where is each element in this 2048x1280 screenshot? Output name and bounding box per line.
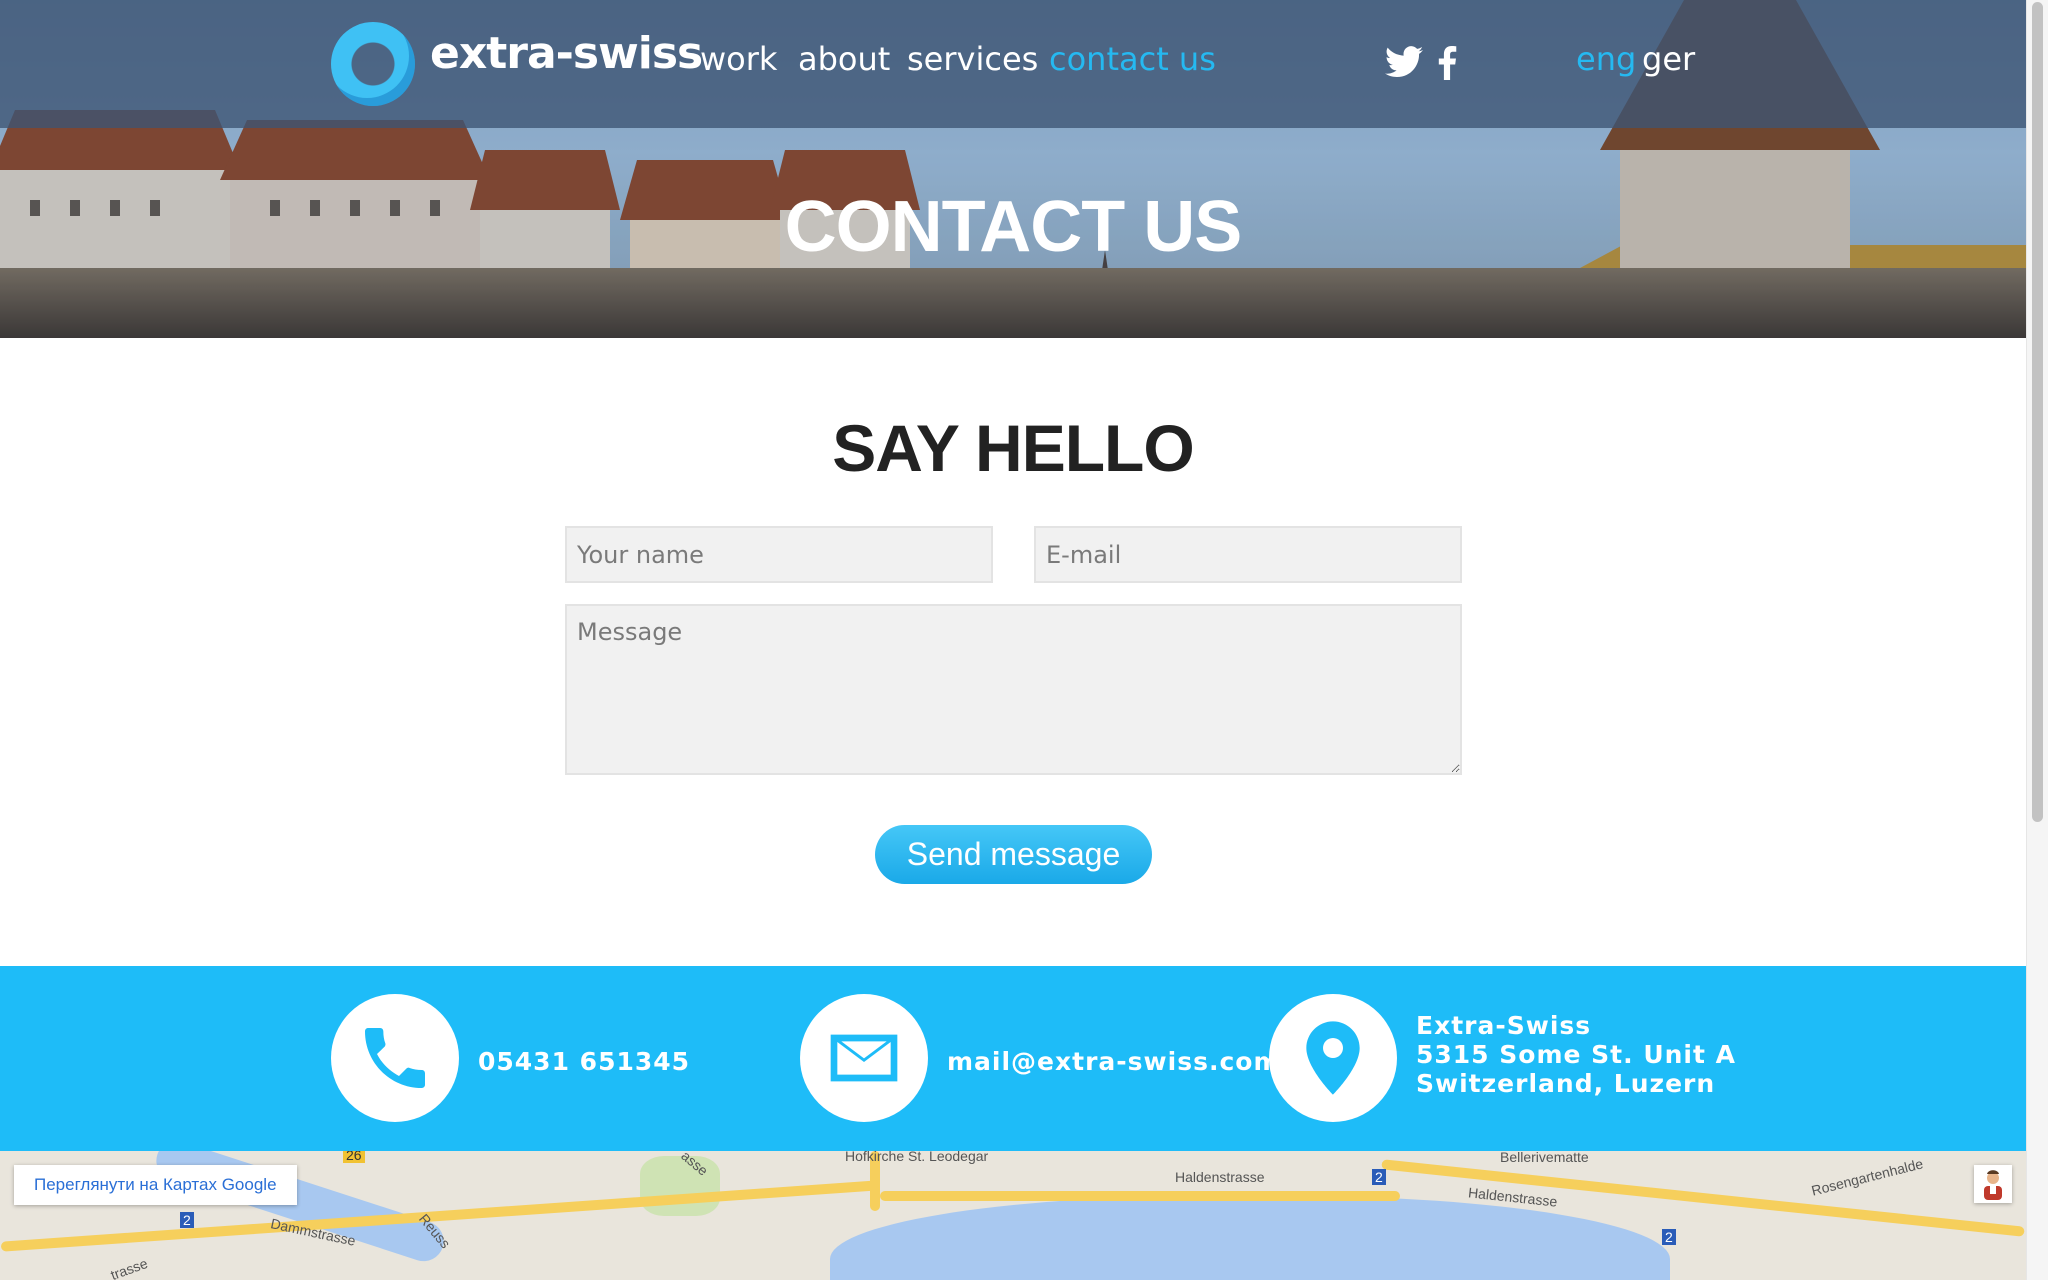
message-textarea[interactable] xyxy=(565,604,1462,775)
address-block: Extra-Swiss 5315 Some St. Unit A Switzer… xyxy=(1416,1011,1736,1098)
hero-banner: extra-swiss work about services contact … xyxy=(0,0,2026,338)
map-label: Haldenstrasse xyxy=(1175,1169,1265,1185)
lang-ger[interactable]: ger xyxy=(1642,40,1695,78)
route-badge: 2 xyxy=(180,1212,194,1228)
top-navigation-bar: extra-swiss work about services contact … xyxy=(0,0,2026,128)
map-label: trasse xyxy=(108,1254,150,1280)
address-line: 5315 Some St. Unit A xyxy=(1416,1040,1736,1069)
logo-icon[interactable] xyxy=(331,22,415,106)
nav-link-services[interactable]: services xyxy=(907,40,1038,78)
location-pin-icon xyxy=(1306,1021,1360,1095)
phone-number[interactable]: 05431 651345 xyxy=(478,1047,690,1076)
email-address[interactable]: mail@extra-swiss.com xyxy=(947,1047,1281,1076)
map-label: Rosengartenhalde xyxy=(1809,1155,1925,1199)
phone-icon xyxy=(365,1028,425,1088)
twitter-icon[interactable] xyxy=(1385,46,1423,82)
map-label: Hofkirche St. Leodegar xyxy=(845,1151,989,1164)
nav-link-about[interactable]: about xyxy=(798,40,890,78)
nav-link-work[interactable]: work xyxy=(700,40,777,78)
facebook-icon[interactable] xyxy=(1437,46,1457,84)
route-badge: 26 xyxy=(343,1151,365,1163)
address-line: Extra-Swiss xyxy=(1416,1011,1592,1040)
map-label: Bellerivematte xyxy=(1500,1151,1589,1165)
email-input[interactable] xyxy=(1034,526,1462,583)
route-badge: 2 xyxy=(1372,1169,1386,1185)
contact-info-strip: 05431 651345 mail@extra-swiss.com Extra-… xyxy=(0,966,2026,1151)
brand-name[interactable]: extra-swiss xyxy=(430,28,703,79)
street-view-pegman-icon[interactable] xyxy=(1974,1165,2012,1203)
route-badge: 2 xyxy=(1662,1229,1676,1245)
view-on-google-maps-button[interactable]: Переглянути на Картах Google xyxy=(14,1165,297,1205)
address-line: Switzerland, Luzern xyxy=(1416,1069,1716,1098)
form-title: SAY HELLO xyxy=(832,411,1194,485)
phone-icon-circle xyxy=(331,994,459,1122)
map-lake xyxy=(830,1196,1670,1280)
page-title: CONTACT US xyxy=(784,187,1243,267)
scrollbar-thumb[interactable] xyxy=(2032,2,2043,822)
lang-eng[interactable]: eng xyxy=(1576,40,1636,78)
name-input[interactable] xyxy=(565,526,993,583)
scrollbar[interactable] xyxy=(2026,0,2048,1280)
mail-icon xyxy=(830,1034,898,1082)
google-map[interactable]: Hofkirche St. Leodegar Haldenstrasse Hal… xyxy=(0,1151,2026,1280)
location-icon-circle xyxy=(1269,994,1397,1122)
send-message-button[interactable]: Send message xyxy=(875,825,1152,884)
nav-link-contact-us[interactable]: contact us xyxy=(1049,40,1216,78)
mail-icon-circle xyxy=(800,994,928,1122)
